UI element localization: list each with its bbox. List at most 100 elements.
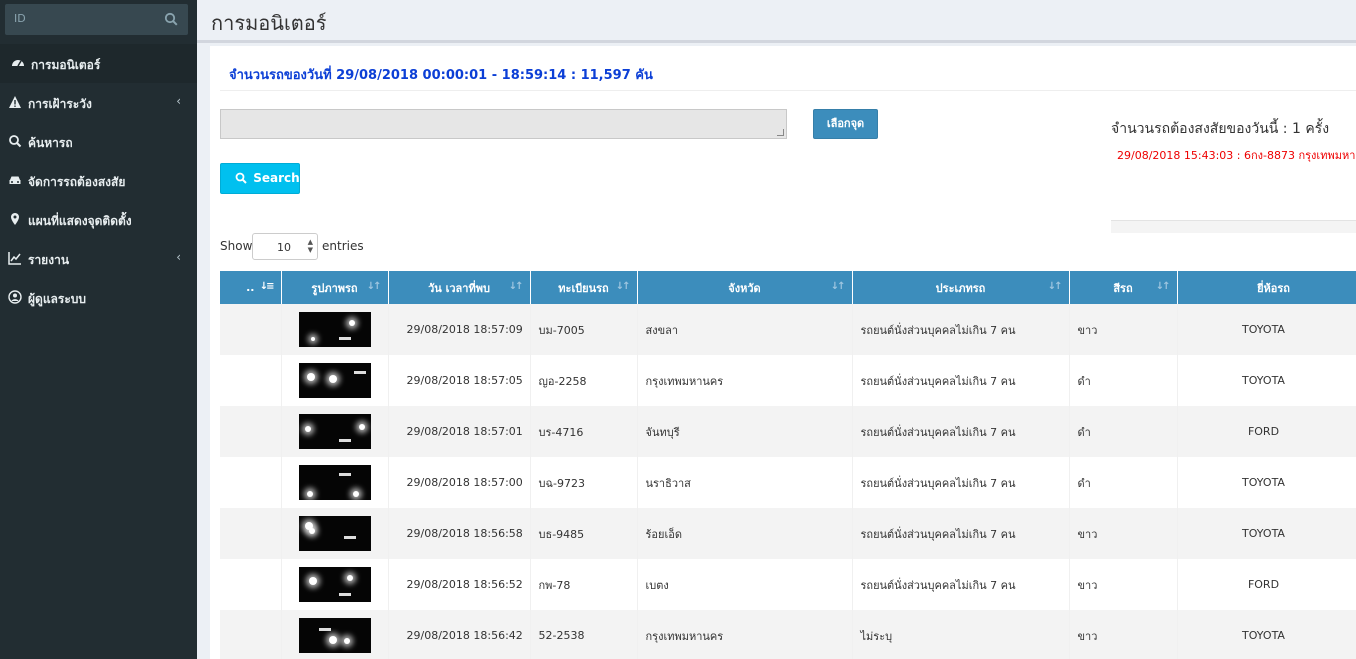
column-label: สีรถ [1113,281,1133,295]
column-label: รูปภาพรถ [311,281,358,295]
province-cell: จันทบุรี [637,406,853,457]
plate-cell: บร-4716 [530,406,638,457]
sidebar-item-label: รายงาน [28,253,70,267]
suspect-list-scroll[interactable] [1111,220,1356,233]
column-header-datetime[interactable]: วัน เวลาที่พบ ↓↑ [388,271,531,304]
plate-cell: บฉ-9723 [530,457,638,508]
main-content: จำนวนรถของวันที่ 29/08/2018 00:00:01 - 1… [210,46,1356,659]
sort-icon: ↓↑ [366,281,382,292]
index-cell [220,559,282,610]
column-header-make[interactable]: ยี่ห้อรถ [1177,271,1356,304]
sort-icon: ↓↑ [830,281,846,292]
warning-icon [9,96,21,108]
color-cell: ดำ [1069,457,1178,508]
plate-cell: ญอ-2258 [530,355,638,406]
province-cell: เบตง [637,559,853,610]
make-cell: TOYOTA [1177,508,1356,559]
table-row[interactable]: 29/08/2018 18:57:09 บม-7005 สงขลา รถยนต์นั่… [220,304,1356,355]
index-cell [220,406,282,457]
column-label: .. [246,281,255,294]
column-header-plate[interactable]: ทะเบียนรถ ↓↑ [530,271,638,304]
sidebar-item-suspect-cars[interactable]: จัดการรถต้องสงสัย [0,161,197,200]
vehicle-thumbnail[interactable] [298,312,371,347]
index-cell [220,304,282,355]
province-cell: กรุงเทพมหานคร [637,355,853,406]
type-cell: รถยนต์นั่งส่วนบุคคลไม่เกิน 7 คน [852,304,1070,355]
image-cell [281,406,389,457]
color-cell: ขาว [1069,304,1178,355]
column-header-color[interactable]: สีรถ ↓↑ [1069,271,1178,304]
color-cell: ขาว [1069,559,1178,610]
sort-icon: ↓↑ [615,281,631,292]
sidebar-item-admin[interactable]: ผู้ดูแลระบบ [0,278,197,317]
datetime-cell: 29/08/2018 18:56:42 [388,610,531,659]
type-cell: รถยนต์นั่งส่วนบุคคลไม่เกิน 7 คน [852,559,1070,610]
datetime-cell: 29/08/2018 18:56:52 [388,559,531,610]
page-title: การมอนิเตอร์ [211,11,327,35]
pick-point-button[interactable]: เลือกจุด [813,109,878,139]
suspect-alert-item[interactable]: 29/08/2018 15:43:03 : 6กง-8873 กรุงเทพมห… [1117,146,1356,164]
plate-cell: บม-7005 [530,304,638,355]
image-cell [281,304,389,355]
show-label: Show [220,239,253,253]
color-cell: ดำ [1069,406,1178,457]
user-circle-icon [8,290,22,304]
type-cell: รถยนต์นั่งส่วนบุคคลไม่เกิน 7 คน [852,457,1070,508]
vehicle-thumbnail[interactable] [298,414,371,449]
type-cell: รถยนต์นั่งส่วนบุคคลไม่เกิน 7 คน [852,508,1070,559]
column-label: ประเภทรถ [935,281,986,295]
image-cell [281,559,389,610]
table-row[interactable]: 29/08/2018 18:56:52 กพ-78 เบตง รถยนต์นั่งส่… [220,559,1356,610]
table-row[interactable]: 29/08/2018 18:56:58 บธ-9485 ร้อยเอ็ด รถยนต์… [220,508,1356,559]
sidebar-item-label: ผู้ดูแลระบบ [28,292,87,306]
color-cell: ดำ [1069,355,1178,406]
sidebar-item-map[interactable]: แผนที่แสดงจุดติดตั้ง [0,200,197,239]
image-cell [281,610,389,659]
sidebar-item-monitor[interactable]: การมอนิเตอร์ [0,44,197,83]
table-row[interactable]: 29/08/2018 18:57:05 ญอ-2258 กรุงเทพมหานครร… [220,355,1356,406]
sidebar-item-label: การเฝ้าระวัง [28,97,92,111]
content-header: การมอนิเตอร์ [197,0,1356,43]
vehicle-thumbnail[interactable] [298,567,371,602]
plate-cell: 52-2538 [530,610,638,659]
vehicle-thumbnail[interactable] [298,516,371,551]
column-label: ทะเบียนรถ [558,281,609,295]
checkpoint-textarea[interactable] [220,109,787,139]
vehicle-thumbnail[interactable] [298,363,371,398]
sort-desc-icon: ↓≡ [259,281,275,292]
search-icon [9,135,22,148]
table-row[interactable]: 29/08/2018 18:56:42 52-2538 กรุงเทพมหานครไ… [220,610,1356,659]
image-cell [281,355,389,406]
column-header-image[interactable]: รูปภาพรถ ↓↑ [281,271,389,304]
table-row[interactable]: 29/08/2018 18:57:01 บร-4716 จันทบุรี รถยนต์… [220,406,1356,457]
dashboard-icon [12,60,24,67]
sidebar-search-input[interactable]: ID [5,4,188,35]
make-cell: TOYOTA [1177,355,1356,406]
page-length-select[interactable]: 10 ▲ ▼ [252,233,318,260]
type-cell: ไม่ระบุ [852,610,1070,659]
divider [220,90,1356,91]
resize-handle[interactable] [777,129,784,136]
chevron-left-icon: ‹ [176,250,181,264]
table-row[interactable]: 29/08/2018 18:57:00 บฉ-9723 นราธิวาส รถยนต์… [220,457,1356,508]
sidebar: ID การมอนิเตอร์ การเฝ้าระวัง ‹ ค้นหารถ จ… [0,0,197,659]
search-icon[interactable] [164,12,178,26]
sidebar-item-surveillance[interactable]: การเฝ้าระวัง ‹ [0,83,197,122]
datetime-cell: 29/08/2018 18:57:01 [388,406,531,457]
index-cell [220,355,282,406]
search-icon [235,172,247,184]
sidebar-item-reports[interactable]: รายงาน ‹ [0,239,197,278]
column-header-index[interactable]: .. ↓≡ [220,271,282,304]
color-cell: ขาว [1069,508,1178,559]
column-header-province[interactable]: จังหวัด ↓↑ [637,271,853,304]
search-button[interactable]: Search [220,163,300,194]
daily-count-summary: จำนวนรถของวันที่ 29/08/2018 00:00:01 - 1… [229,68,653,83]
column-label: จังหวัด [728,281,761,295]
vehicle-thumbnail[interactable] [298,465,371,500]
column-header-type[interactable]: ประเภทรถ ↓↑ [852,271,1070,304]
select-arrows-icon: ▲ ▼ [307,238,313,254]
vehicle-thumbnail[interactable] [298,618,371,653]
chevron-left-icon: ‹ [176,94,181,108]
sidebar-item-search-car[interactable]: ค้นหารถ [0,122,197,161]
make-cell: FORD [1177,406,1356,457]
